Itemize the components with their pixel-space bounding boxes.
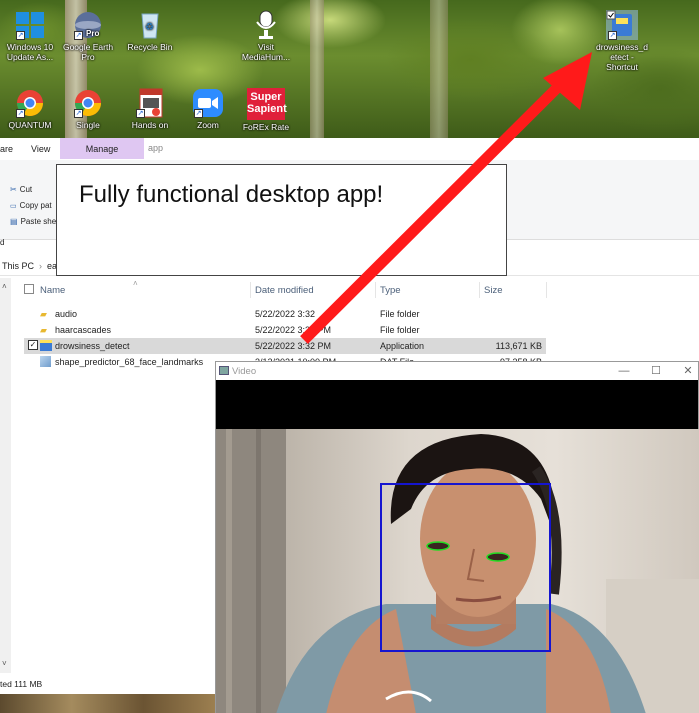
right-eye-contour [486, 552, 510, 562]
annotation-arrow-shaft [300, 76, 569, 344]
webcam-feed [216, 429, 699, 713]
app-window-icon [219, 366, 229, 375]
maximize-button[interactable]: ☐ [644, 363, 668, 379]
video-window[interactable]: Video — ☐ ✕ [215, 361, 699, 713]
video-window-title: Video [232, 366, 257, 377]
video-window-titlebar[interactable]: Video — ☐ ✕ [216, 362, 698, 380]
minimize-button[interactable]: — [612, 363, 636, 379]
left-eye-contour [426, 541, 450, 551]
close-button[interactable]: ✕ [676, 363, 699, 379]
